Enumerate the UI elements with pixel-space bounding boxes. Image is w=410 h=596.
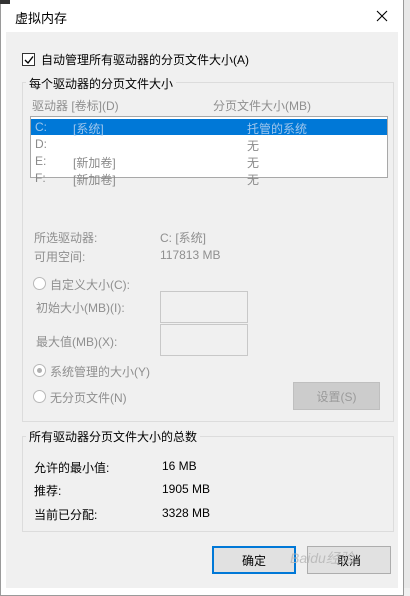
close-button[interactable]	[359, 0, 405, 32]
recommended-value: 1905 MB	[162, 482, 211, 496]
min-size-label: 允许的最小值:	[34, 461, 110, 475]
min-size-value: 16 MB	[162, 459, 197, 473]
drive-paging-size: 无	[247, 173, 260, 187]
max-size-input[interactable]	[160, 324, 248, 356]
set-button[interactable]: 设置(S)	[293, 382, 380, 410]
allocated-label: 当前已分配:	[34, 508, 98, 522]
ok-button-label: 确定	[241, 553, 266, 568]
column-header-size: 分页文件大小(MB)	[213, 99, 311, 113]
drive-paging-size: 托管的系统	[247, 122, 308, 136]
per-drive-group-label: 每个驱动器的分页文件大小	[26, 75, 177, 92]
drive-volume-label: [新加卷]	[73, 156, 116, 170]
selected-drive-value: C: [系统]	[160, 231, 207, 245]
set-button-label: 设置(S)	[316, 389, 357, 404]
drive-row-d[interactable]: D: 无	[31, 136, 387, 153]
drive-letter: E:	[35, 154, 47, 168]
recommended-label: 推荐:	[34, 484, 62, 498]
background-window-corner	[0, 0, 10, 4]
column-header-drive: 驱动器 [卷标](D)	[32, 99, 119, 113]
initial-size-label: 初始大小(MB)(I):	[36, 301, 125, 315]
drive-row-e[interactable]: E: [新加卷] 无	[31, 153, 387, 170]
auto-manage-label: 自动管理所有驱动器的分页文件大小(A)	[41, 53, 249, 67]
drive-paging-size: 无	[247, 156, 260, 170]
initial-size-input[interactable]	[160, 291, 248, 323]
close-icon	[376, 10, 388, 22]
system-managed-radio[interactable]	[33, 364, 46, 377]
custom-size-label: 自定义大小(C):	[50, 278, 130, 292]
drive-volume-label: [新加卷]	[73, 173, 116, 187]
custom-size-radio[interactable]	[33, 277, 46, 290]
drive-list[interactable]: C: [系统] 托管的系统 D: 无 E: [新加卷] 无 F: [新加卷] 无	[30, 116, 388, 187]
drive-letter: D:	[35, 137, 47, 151]
selected-drive-label: 所选驱动器:	[34, 231, 98, 245]
available-space-label: 可用空间:	[34, 250, 86, 264]
available-space-value: 117813 MB	[160, 248, 221, 262]
dialog-title: 虚拟内存	[15, 11, 68, 26]
watermark-logo: Baidu经验	[290, 550, 354, 566]
no-paging-label: 无分页文件(N)	[50, 391, 127, 405]
allocated-value: 3328 MB	[162, 506, 211, 520]
no-paging-radio[interactable]	[33, 390, 46, 403]
max-size-label: 最大值(MB)(X):	[36, 335, 118, 349]
totals-group-label: 所有驱动器分页文件大小的总数	[26, 428, 201, 445]
ok-button[interactable]: 确定	[212, 546, 296, 574]
auto-manage-row[interactable]: 自动管理所有驱动器的分页文件大小(A)	[22, 51, 249, 68]
title-bar: 虚拟内存	[1, 0, 405, 32]
drive-paging-size: 无	[247, 139, 260, 153]
drive-letter: F:	[35, 171, 46, 185]
drive-letter: C:	[35, 120, 47, 134]
drive-row-f[interactable]: F: [新加卷] 无	[31, 170, 387, 187]
auto-manage-checkbox[interactable]	[22, 53, 35, 66]
drive-row-c[interactable]: C: [系统] 托管的系统	[31, 119, 387, 136]
drive-volume-label: [系统]	[73, 122, 104, 136]
background-window-edge	[404, 0, 410, 596]
system-managed-label: 系统管理的大小(Y)	[50, 365, 150, 379]
checkmark-icon	[24, 55, 34, 64]
